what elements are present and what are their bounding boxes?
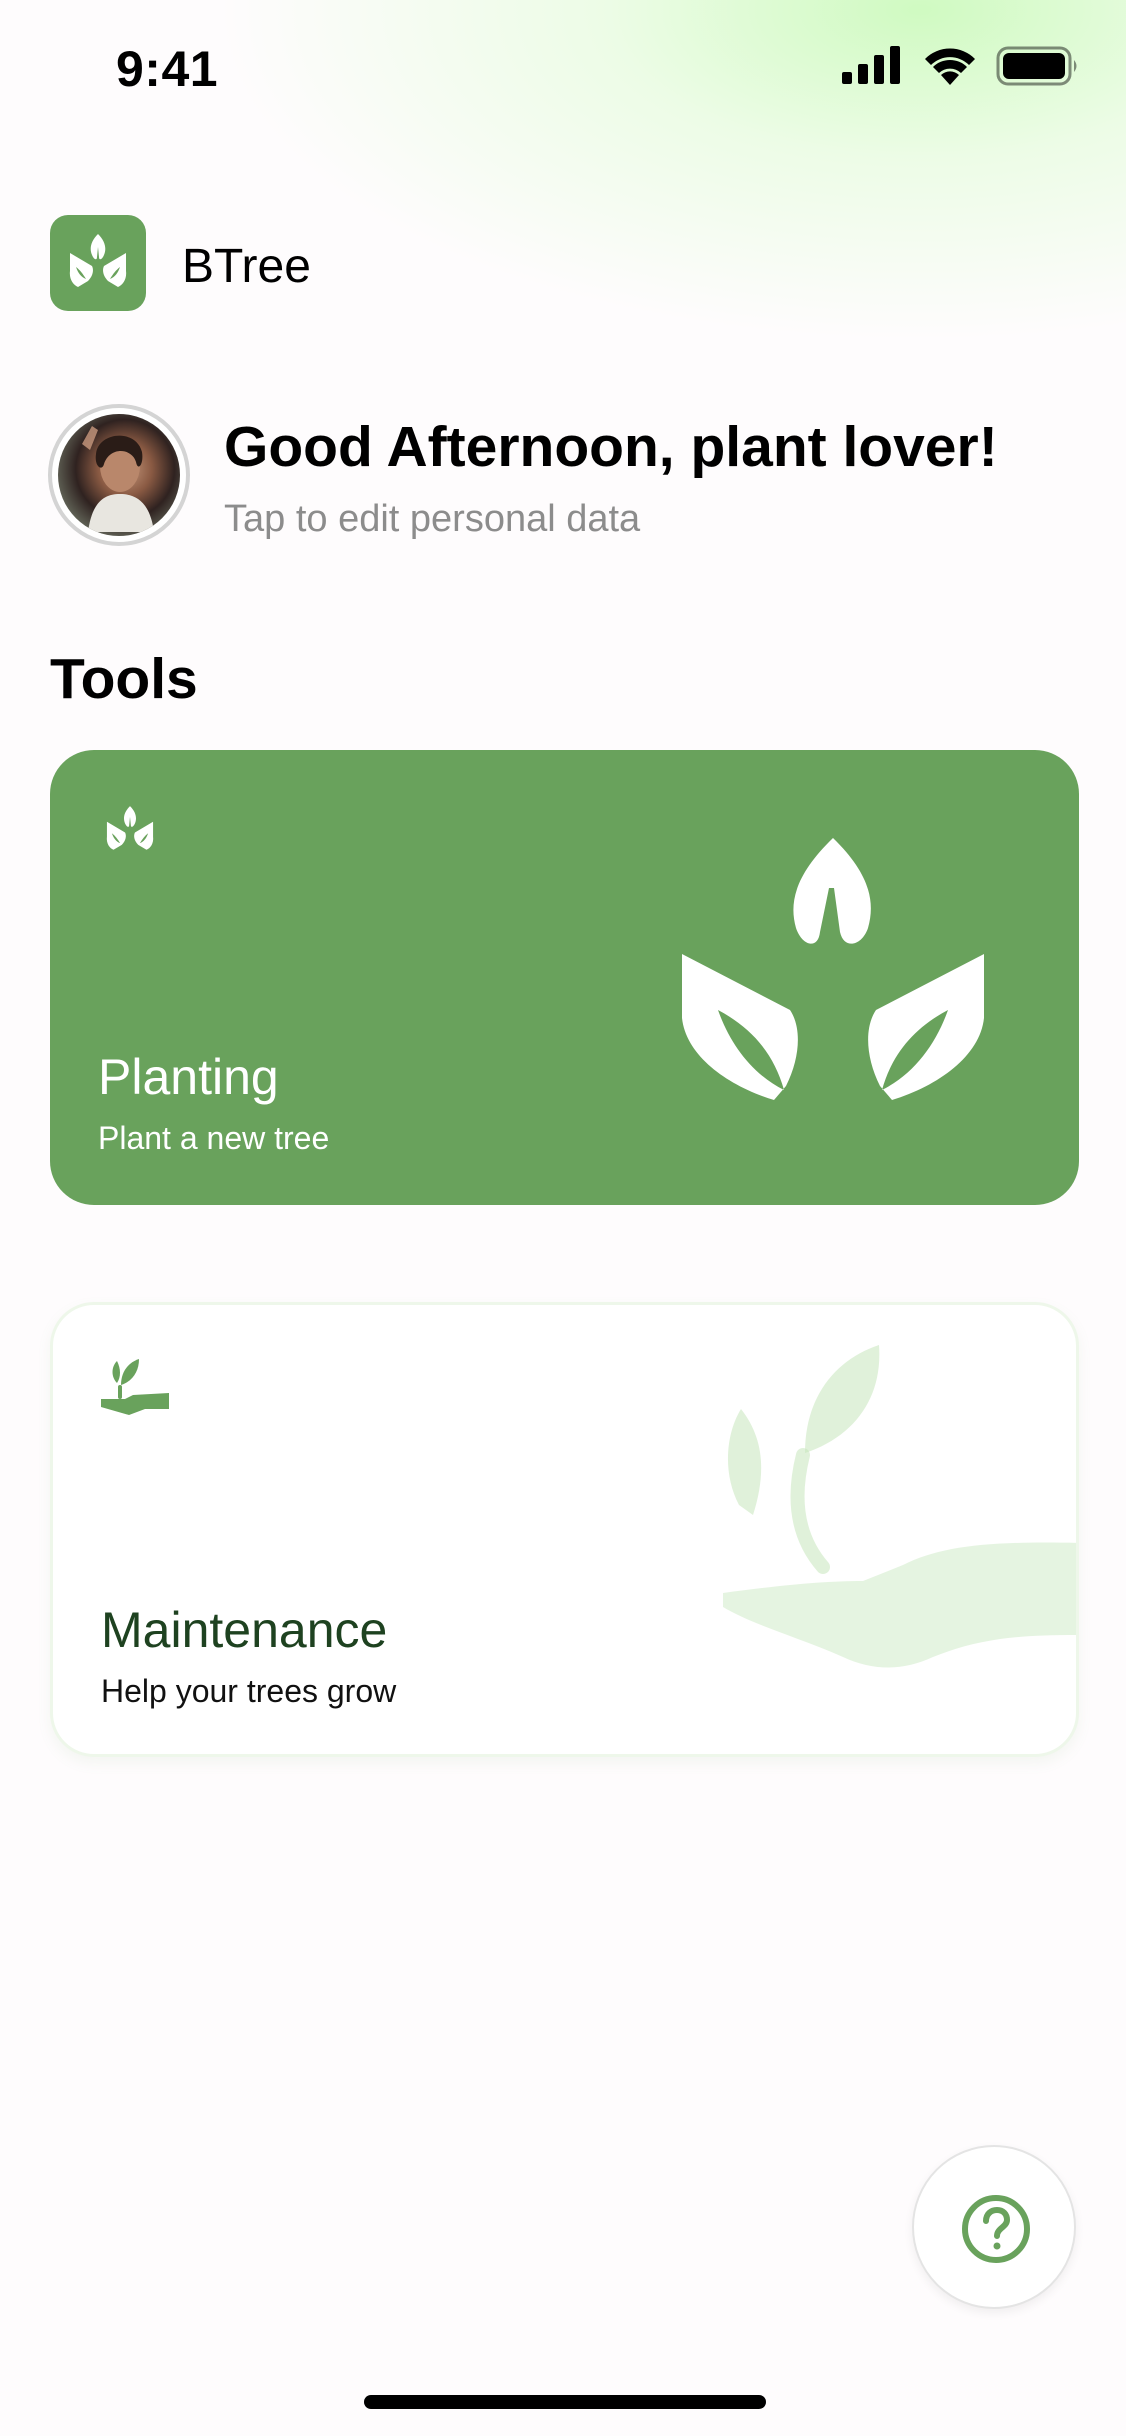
app-name: BTree — [182, 240, 311, 293]
wifi-icon — [925, 48, 975, 85]
app-logo — [50, 215, 146, 311]
leaf-sprout-icon — [106, 806, 154, 850]
avatar-photo — [58, 414, 180, 536]
status-time: 9:41 — [116, 41, 219, 97]
hand-sprout-icon — [101, 1359, 169, 1415]
status-bar: 9:41 — [0, 0, 1126, 140]
maintenance-card[interactable]: Maintenance Help your trees grow — [50, 1302, 1079, 1757]
help-button[interactable] — [912, 2145, 1076, 2309]
maintenance-subtitle: Help your trees grow — [101, 1673, 397, 1709]
app-header: BTree — [50, 215, 650, 313]
maintenance-title: Maintenance — [101, 1602, 388, 1658]
hand-sprout-illustration — [723, 1345, 1076, 1668]
tools-heading: Tools — [50, 647, 198, 711]
avatar[interactable] — [48, 404, 190, 546]
battery-icon — [996, 46, 1077, 86]
leaf-sprout-illustration — [682, 838, 984, 1100]
planting-card[interactable]: Planting Plant a new tree — [50, 750, 1079, 1205]
cellular-signal-icon — [842, 46, 900, 84]
leaf-sprout-logo-icon — [69, 234, 127, 287]
greeting-section[interactable]: Good Afternoon, plant lover! Tap to edit… — [48, 404, 1108, 554]
edit-profile-hint[interactable]: Tap to edit personal data — [224, 498, 640, 541]
greeting-title: Good Afternoon, plant lover! — [224, 415, 998, 479]
planting-title: Planting — [98, 1049, 279, 1105]
question-circle-icon — [962, 2195, 1030, 2263]
home-indicator[interactable] — [364, 2395, 766, 2409]
planting-subtitle: Plant a new tree — [98, 1120, 330, 1156]
